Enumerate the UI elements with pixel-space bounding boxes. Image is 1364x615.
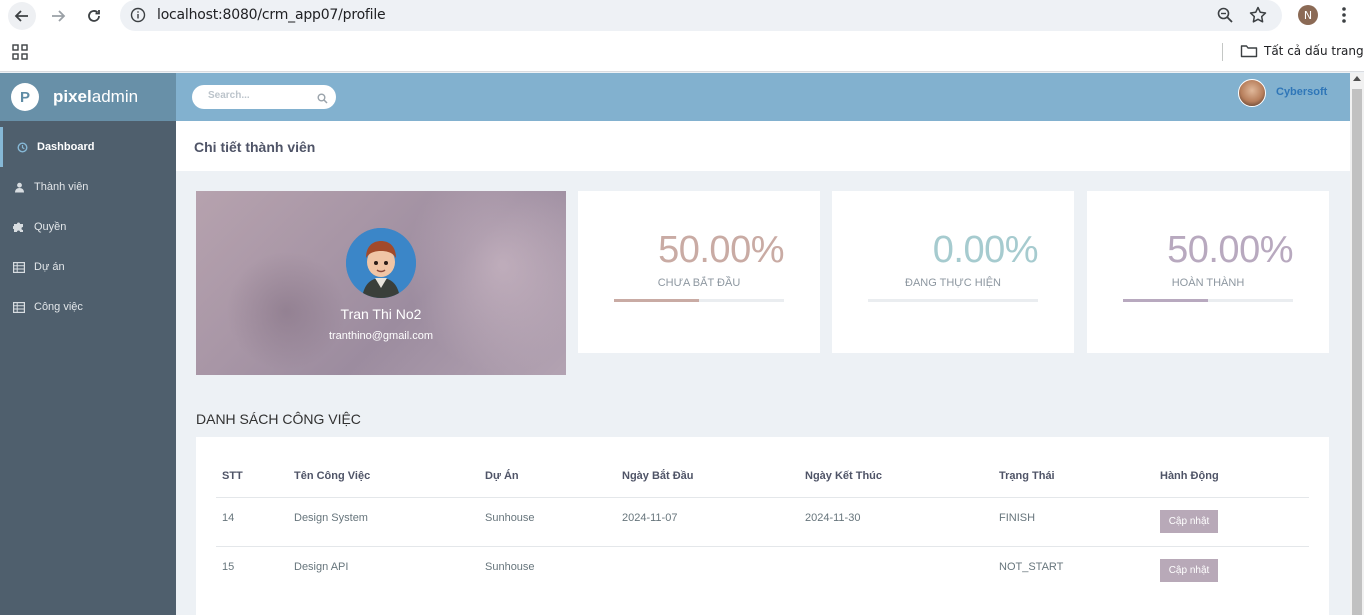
stat-card-not-started: 50.00% CHƯA BẮT ĐẦU bbox=[578, 191, 820, 353]
user-avatar[interactable] bbox=[1238, 79, 1266, 107]
profile-bg-highlight bbox=[406, 191, 566, 375]
stat-progress-fill bbox=[614, 299, 699, 302]
update-button[interactable]: Cập nhật bbox=[1160, 559, 1218, 582]
logo-text-bold: pixel bbox=[53, 87, 92, 106]
sidebar-item-dashboard[interactable]: Dashboard bbox=[0, 127, 176, 167]
search-box bbox=[192, 85, 336, 109]
user-icon bbox=[12, 180, 26, 194]
column-header: Tên Công Việc bbox=[294, 470, 371, 482]
stat-value: 50.00% bbox=[1167, 229, 1293, 271]
all-bookmarks-link[interactable]: Tất cả dấu trang bbox=[1264, 44, 1364, 58]
reload-icon bbox=[88, 10, 100, 22]
bookmarks-separator bbox=[1222, 43, 1223, 61]
user-name[interactable]: Cybersoft bbox=[1276, 86, 1327, 98]
stat-card-completed: 50.00% HOÀN THÀNH bbox=[1087, 191, 1329, 353]
cell-status: FINISH bbox=[999, 512, 1036, 524]
profile-avatar[interactable]: N bbox=[1298, 5, 1318, 25]
browser-toolbar: localhost:8080/crm_app07/profile N bbox=[0, 0, 1364, 32]
profile-email: tranthino@gmail.com bbox=[328, 330, 434, 342]
stat-label: HOÀN THÀNH bbox=[1171, 277, 1245, 289]
top-bar: Cybersoft bbox=[176, 73, 1350, 121]
column-header: Hành Động bbox=[1160, 470, 1219, 482]
reload-button[interactable] bbox=[80, 2, 108, 30]
more-menu-icon[interactable] bbox=[1336, 5, 1352, 30]
table-divider bbox=[216, 546, 1309, 547]
cell-start-date: 2024-11-07 bbox=[622, 512, 678, 524]
url-text[interactable]: localhost:8080/crm_app07/profile bbox=[157, 7, 386, 23]
profile-card: Tran Thi No2 tranthino@gmail.com bbox=[196, 191, 566, 375]
apps-grid-icon[interactable] bbox=[12, 44, 28, 65]
search-icon[interactable] bbox=[317, 91, 328, 109]
stat-progress-track bbox=[1123, 299, 1293, 302]
page-scrollbar[interactable] bbox=[1350, 73, 1364, 615]
update-button[interactable]: Cập nhật bbox=[1160, 510, 1218, 533]
cell-project: Sunhouse bbox=[485, 512, 535, 524]
logo-text: pixeladmin bbox=[53, 87, 138, 107]
scroll-thumb[interactable] bbox=[1352, 89, 1362, 615]
cell-task-name: Design API bbox=[294, 561, 349, 573]
address-bar[interactable]: localhost:8080/crm_app07/profile bbox=[120, 0, 1282, 31]
page-title: Chi tiết thành viên bbox=[194, 139, 316, 155]
profile-avatar-image bbox=[346, 228, 416, 298]
sidebar-item-projects[interactable]: Dự án bbox=[0, 247, 176, 287]
arrow-left-icon bbox=[14, 10, 28, 22]
sidebar-item-members[interactable]: Thành viên bbox=[0, 167, 176, 207]
stat-label: ĐANG THỰC HIỆN bbox=[905, 277, 1001, 289]
column-header: STT bbox=[222, 470, 243, 482]
stat-progress-track bbox=[868, 299, 1038, 302]
stat-value: 0.00% bbox=[932, 229, 1039, 271]
sidebar-item-label: Thành viên bbox=[34, 181, 89, 193]
sidebar-item-tasks[interactable]: Công việc bbox=[0, 287, 176, 327]
column-header: Ngày Bắt Đầu bbox=[622, 470, 694, 482]
sidebar-item-label: Quyền bbox=[34, 221, 67, 233]
cell-task-name: Design System bbox=[294, 512, 368, 524]
puzzle-icon bbox=[12, 220, 26, 234]
sidebar: Dashboard Thành viên Quyền Dự án Công vi… bbox=[0, 121, 176, 615]
forward-button[interactable] bbox=[44, 2, 72, 30]
profile-name: Tran Thi No2 bbox=[340, 306, 422, 322]
info-icon[interactable] bbox=[130, 7, 146, 28]
stat-progress-track bbox=[614, 299, 784, 302]
page-header: Chi tiết thành viên bbox=[176, 121, 1350, 171]
cell-project: Sunhouse bbox=[485, 561, 535, 573]
stat-progress-fill bbox=[1123, 299, 1208, 302]
task-table: STT Tên Công Việc Dự Án Ngày Bắt Đầu Ngà… bbox=[196, 437, 1329, 615]
sidebar-item-label: Dự án bbox=[34, 261, 65, 273]
app-root: P pixeladmin Cybersoft Dashboard Thành v… bbox=[0, 73, 1364, 615]
folder-icon[interactable] bbox=[1240, 43, 1258, 64]
logo-icon: P bbox=[11, 83, 39, 111]
arrow-right-icon bbox=[52, 10, 66, 22]
cell-stt: 14 bbox=[222, 512, 235, 524]
cell-stt: 15 bbox=[222, 561, 235, 573]
clock-icon bbox=[15, 140, 29, 154]
star-icon[interactable] bbox=[1248, 5, 1268, 30]
column-header: Ngày Kết Thúc bbox=[805, 470, 883, 482]
zoom-icon[interactable] bbox=[1216, 6, 1234, 29]
column-header: Dự Án bbox=[485, 470, 519, 482]
scroll-up-arrow[interactable] bbox=[1353, 76, 1361, 81]
stat-value: 50.00% bbox=[658, 229, 784, 271]
search-input[interactable] bbox=[208, 90, 308, 101]
table-divider bbox=[216, 497, 1309, 498]
back-button[interactable] bbox=[8, 2, 36, 30]
column-header: Trạng Thái bbox=[999, 470, 1055, 482]
bookmarks-bar: Tất cả dấu trang bbox=[0, 32, 1364, 72]
sidebar-item-roles[interactable]: Quyền bbox=[0, 207, 176, 247]
stat-card-in-progress: 0.00% ĐANG THỰC HIỆN bbox=[832, 191, 1074, 353]
logo-area[interactable]: P pixeladmin bbox=[0, 73, 176, 121]
table-icon bbox=[12, 260, 26, 274]
cell-status: NOT_START bbox=[999, 561, 1064, 573]
cell-end-date: 2024-11-30 bbox=[805, 512, 861, 524]
table-icon bbox=[12, 300, 26, 314]
stat-label: CHƯA BẮT ĐẦU bbox=[657, 277, 741, 289]
sidebar-item-label: Công việc bbox=[34, 301, 83, 313]
task-list-title: DANH SÁCH CÔNG VIỆC bbox=[196, 411, 361, 427]
logo-text-light: admin bbox=[91, 87, 139, 106]
sidebar-item-label: Dashboard bbox=[37, 141, 95, 153]
